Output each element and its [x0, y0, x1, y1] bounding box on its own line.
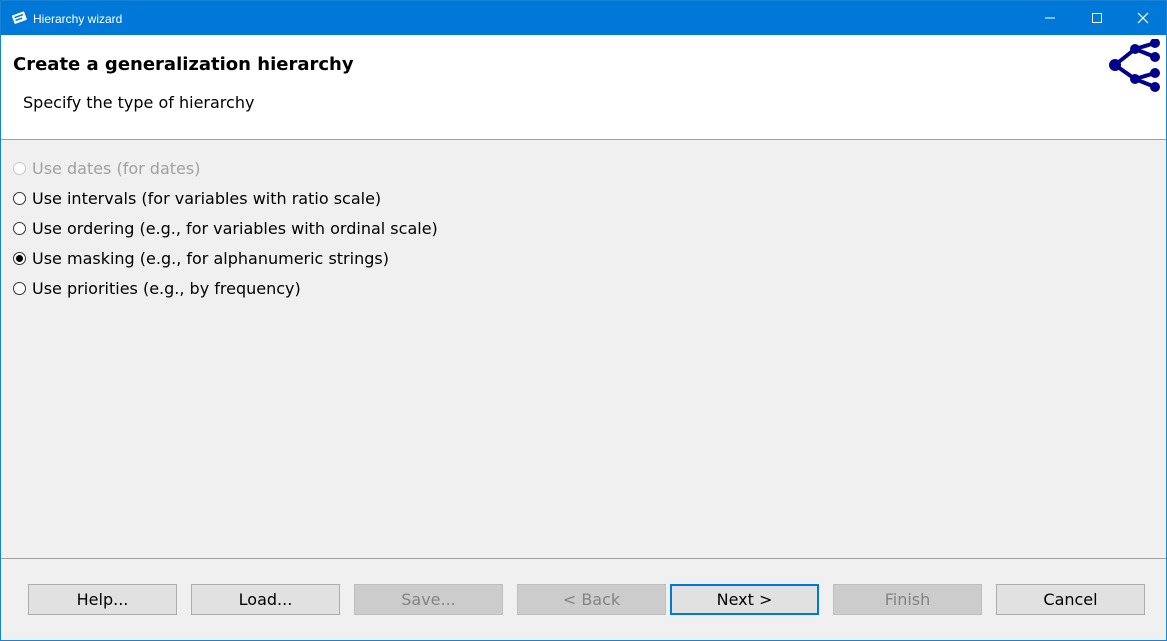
radio-button[interactable]: [13, 281, 26, 295]
minimize-button[interactable]: [1027, 1, 1073, 35]
wizard-header: Create a generalization hierarchy Specif…: [1, 35, 1166, 140]
option-label: Use dates (for dates): [32, 158, 201, 178]
page-subtitle: Specify the type of hierarchy: [23, 93, 255, 112]
help-button[interactable]: Help...: [28, 584, 177, 615]
option-use-priorities[interactable]: Use priorities (e.g., by frequency): [13, 273, 438, 303]
maximize-icon: [1092, 13, 1102, 23]
hierarchy-tree-icon: [1109, 39, 1160, 92]
radio-button: [13, 161, 26, 175]
option-label: Use intervals (for variables with ratio …: [32, 188, 382, 208]
radio-button-selected[interactable]: [13, 251, 26, 265]
radio-button[interactable]: [13, 221, 26, 235]
app-icon: [12, 11, 27, 24]
option-label: Use priorities (e.g., by frequency): [32, 278, 301, 298]
option-use-masking[interactable]: Use masking (e.g., for alphanumeric stri…: [13, 243, 438, 273]
maximize-button[interactable]: [1074, 1, 1120, 35]
option-use-intervals[interactable]: Use intervals (for variables with ratio …: [13, 183, 438, 213]
close-button[interactable]: [1120, 1, 1166, 35]
window-title: Hierarchy wizard: [33, 12, 123, 26]
minimize-icon: [1045, 17, 1055, 19]
page-title: Create a generalization hierarchy: [13, 54, 354, 75]
back-button: < Back: [517, 584, 666, 615]
title-bar[interactable]: Hierarchy wizard: [1, 1, 1166, 35]
cancel-button[interactable]: Cancel: [996, 584, 1145, 615]
hierarchy-wizard-window: Hierarchy wizard Create a generalization…: [0, 0, 1167, 641]
load-button[interactable]: Load...: [191, 584, 340, 615]
option-use-ordering[interactable]: Use ordering (e.g., for variables with o…: [13, 213, 438, 243]
finish-button: Finish: [833, 584, 982, 615]
next-button[interactable]: Next >: [670, 584, 819, 615]
option-label: Use masking (e.g., for alphanumeric stri…: [32, 248, 389, 268]
footer-separator: [1, 558, 1166, 559]
radio-button[interactable]: [13, 191, 26, 205]
option-use-dates: Use dates (for dates): [13, 153, 438, 183]
option-label: Use ordering (e.g., for variables with o…: [32, 218, 438, 238]
save-button: Save...: [354, 584, 503, 615]
hierarchy-type-options: Use dates (for dates) Use intervals (for…: [13, 153, 438, 303]
close-icon: [1137, 12, 1149, 24]
